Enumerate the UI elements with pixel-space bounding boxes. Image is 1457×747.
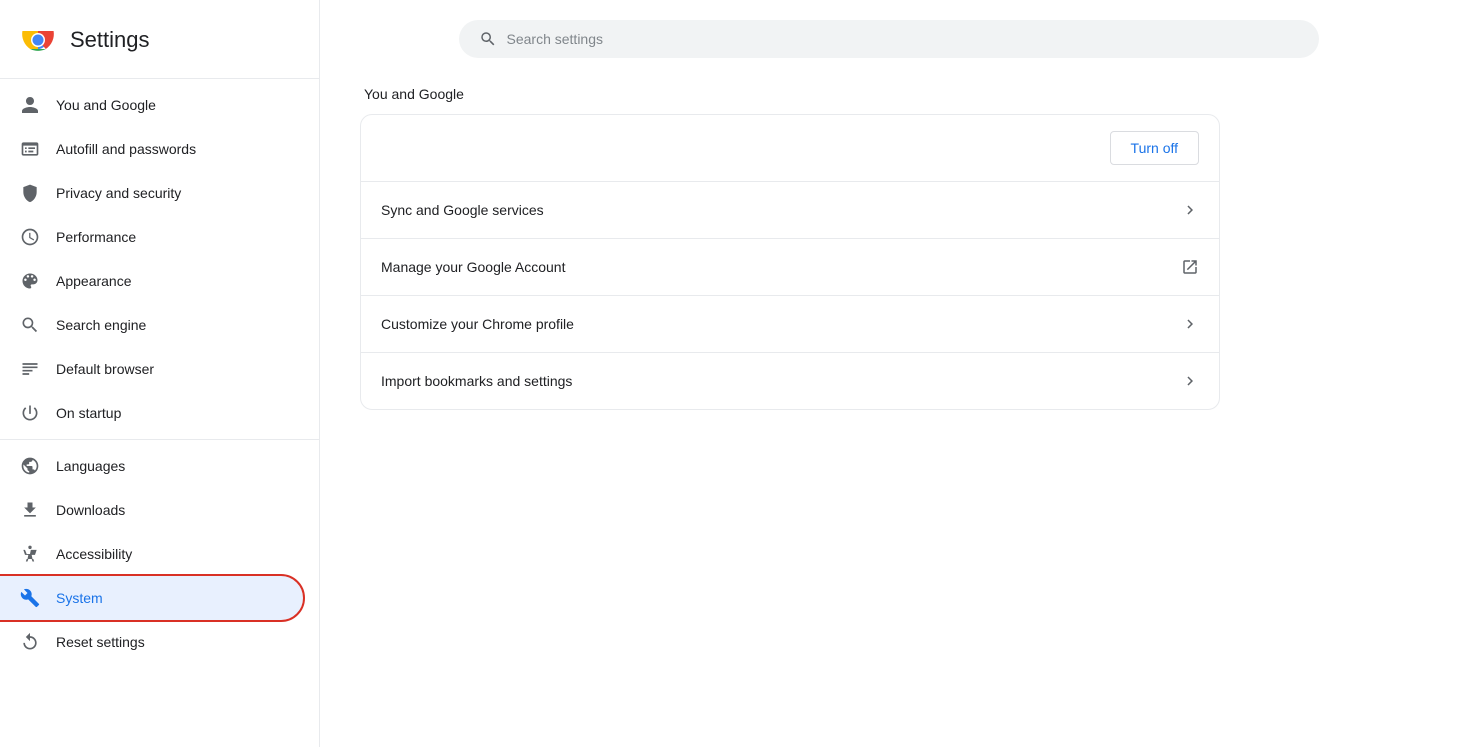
card-row-sync[interactable]: Sync and Google services (361, 182, 1219, 238)
chevron-right-icon (1181, 201, 1199, 219)
download-icon (20, 500, 40, 520)
sidebar-item-label: Appearance (56, 273, 132, 289)
search-input[interactable] (507, 31, 1299, 47)
settings-title: Settings (70, 27, 150, 53)
sidebar-item-label: Privacy and security (56, 185, 181, 201)
sidebar: Settings You and Google Autofill and pas… (0, 0, 320, 747)
sidebar-item-privacy[interactable]: Privacy and security (0, 171, 303, 215)
search-bar (459, 20, 1319, 58)
sidebar-item-on-startup[interactable]: On startup (0, 391, 303, 435)
shield-icon (20, 183, 40, 203)
sidebar-item-languages[interactable]: Languages (0, 444, 303, 488)
external-link-icon (1181, 258, 1199, 276)
card-row-import-bookmarks[interactable]: Import bookmarks and settings (361, 353, 1219, 409)
chrome-logo-icon (20, 22, 56, 58)
sidebar-item-label: Reset settings (56, 634, 145, 650)
sidebar-item-label: System (56, 590, 103, 606)
sidebar-mid-divider (0, 439, 319, 440)
search-icon (479, 30, 497, 48)
card-row-label: Sync and Google services (381, 202, 544, 218)
sidebar-top-divider (0, 78, 319, 79)
appearance-icon (20, 271, 40, 291)
sidebar-item-system[interactable]: System (0, 576, 303, 620)
search-bar-container (360, 20, 1417, 58)
sidebar-header: Settings (0, 10, 319, 74)
sidebar-item-performance[interactable]: Performance (0, 215, 303, 259)
card-row-label: Customize your Chrome profile (381, 316, 574, 332)
chevron-right-icon (1181, 372, 1199, 390)
accessibility-icon (20, 544, 40, 564)
performance-icon (20, 227, 40, 247)
globe-icon (20, 456, 40, 476)
person-icon (20, 95, 40, 115)
sidebar-item-label: Autofill and passwords (56, 141, 196, 157)
card-row-label: Import bookmarks and settings (381, 373, 572, 389)
sidebar-item-downloads[interactable]: Downloads (0, 488, 303, 532)
card-row-customize-profile[interactable]: Customize your Chrome profile (361, 296, 1219, 352)
sidebar-item-label: Languages (56, 458, 125, 474)
sidebar-item-search-engine[interactable]: Search engine (0, 303, 303, 347)
section-title: You and Google (360, 86, 1417, 102)
startup-icon (20, 403, 40, 423)
sidebar-item-reset[interactable]: Reset settings (0, 620, 303, 664)
chevron-right-icon (1181, 315, 1199, 333)
sidebar-item-label: On startup (56, 405, 121, 421)
autofill-icon (20, 139, 40, 159)
sidebar-item-accessibility[interactable]: Accessibility (0, 532, 303, 576)
main-content: You and Google Turn off Sync and Google … (320, 0, 1457, 747)
card-top-row: Turn off (361, 115, 1219, 181)
sidebar-item-label: Accessibility (56, 546, 132, 562)
system-icon (20, 588, 40, 608)
sidebar-item-label: Default browser (56, 361, 154, 377)
sidebar-item-label: Performance (56, 229, 136, 245)
sidebar-item-label: Downloads (56, 502, 125, 518)
you-and-google-card: Turn off Sync and Google services Manage… (360, 114, 1220, 410)
card-row-label: Manage your Google Account (381, 259, 565, 275)
sidebar-item-label: Search engine (56, 317, 146, 333)
sidebar-item-default-browser[interactable]: Default browser (0, 347, 303, 391)
sidebar-item-label: You and Google (56, 97, 156, 113)
sidebar-item-appearance[interactable]: Appearance (0, 259, 303, 303)
sidebar-item-you-and-google[interactable]: You and Google (0, 83, 303, 127)
reset-icon (20, 632, 40, 652)
browser-icon (20, 359, 40, 379)
card-row-manage-account[interactable]: Manage your Google Account (361, 239, 1219, 295)
search-engine-icon (20, 315, 40, 335)
sidebar-item-autofill[interactable]: Autofill and passwords (0, 127, 303, 171)
turn-off-button[interactable]: Turn off (1110, 131, 1199, 165)
